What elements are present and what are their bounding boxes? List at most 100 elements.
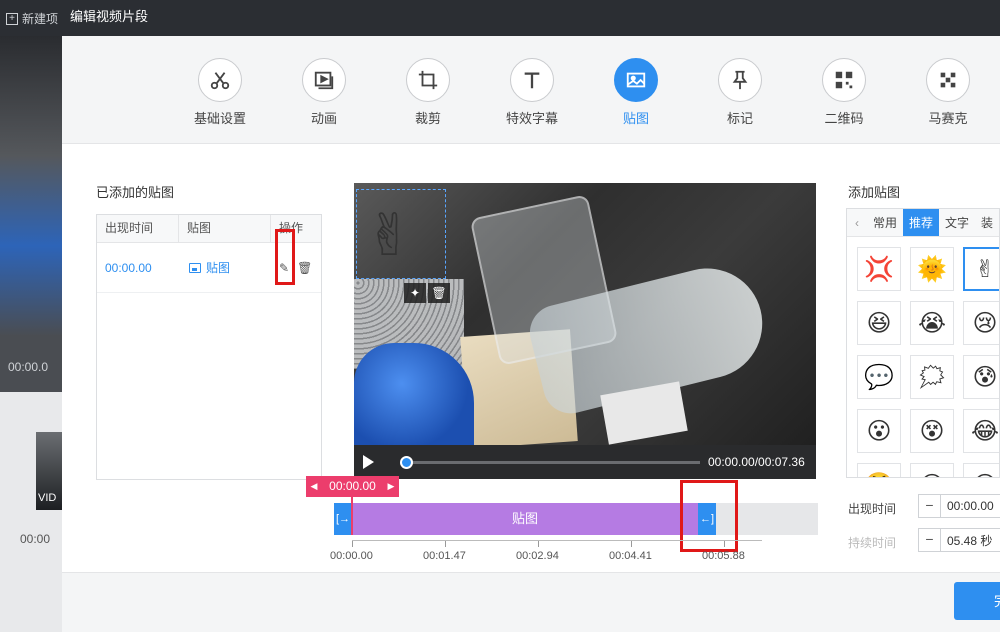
progress-track[interactable] xyxy=(400,456,700,469)
trash-icon[interactable]: 🗑 xyxy=(428,283,450,303)
tab-label: 特效字幕 xyxy=(505,111,558,126)
tab-label: 二维码 xyxy=(824,111,864,126)
ruler-label: 00:02.94 xyxy=(516,550,559,562)
ruler-tick xyxy=(445,541,446,547)
play-frame-icon xyxy=(302,58,346,102)
background-time: 00:00.0 xyxy=(8,360,49,374)
tab-label: 基础设置 xyxy=(193,111,246,126)
minus-icon[interactable]: − xyxy=(919,495,941,517)
sticker-item[interactable]: 😂 xyxy=(963,409,999,453)
column-header: 贴图 xyxy=(179,215,271,242)
sticker-item[interactable]: 😮 xyxy=(857,409,901,453)
tab-mark[interactable]: 标记 xyxy=(705,58,775,127)
sticker-item[interactable]: 😤 xyxy=(857,463,901,477)
sticker-item[interactable]: 🗯 xyxy=(910,355,954,399)
video-frame: ✌ ✦ 🗑 xyxy=(354,183,816,449)
play-icon[interactable] xyxy=(363,455,374,469)
sticker-item[interactable]: 😭 xyxy=(910,301,954,345)
tab-recommended[interactable]: 推荐 xyxy=(903,209,940,236)
video-preview: ✌ ✦ 🗑 00:00.00/00:07.36 xyxy=(354,183,816,479)
added-stickers-title: 已添加的贴图 xyxy=(96,185,175,200)
qrcode-icon xyxy=(822,58,866,102)
tab-label: 标记 xyxy=(726,111,753,126)
chevron-left-icon[interactable]: ‹ xyxy=(847,209,867,236)
edit-clip-dialog: 编辑视频片段 基础设置 动画 裁剪 特效字幕 贴图 标记 二维码 马赛克 已添加… xyxy=(62,0,1000,632)
column-header: 出现时间 xyxy=(97,215,179,242)
dialog-title: 编辑视频片段 xyxy=(62,0,1000,36)
image-icon xyxy=(614,58,658,102)
current-time-label: 00:00.00 xyxy=(329,479,376,493)
crop-icon xyxy=(406,58,450,102)
sticker-toolbar: ✦ 🗑 xyxy=(404,283,450,303)
mosaic-icon xyxy=(926,58,970,102)
add-sticker-panel: ‹ 常用 推荐 文字 装 💢 🌞 ✌ 😆 😭 😢 💬 🗯 😰 😮 😵 😂 😤 😊… xyxy=(846,208,1000,478)
sticker-item[interactable]: 😵 xyxy=(910,409,954,453)
appear-time-label: 出现时间 xyxy=(848,502,897,516)
new-project-label: 新建项 xyxy=(22,12,59,26)
tab-crop[interactable]: 裁剪 xyxy=(393,58,463,127)
ruler-label: 00:00.00 xyxy=(330,550,373,562)
sticker-category-tabs: ‹ 常用 推荐 文字 装 xyxy=(847,209,999,237)
delete-icon[interactable]: 🗑 xyxy=(297,261,312,275)
ruler-tick xyxy=(352,541,353,547)
tab-sticker[interactable]: 贴图 xyxy=(601,58,671,127)
progress-knob[interactable] xyxy=(400,456,413,469)
ruler-tick xyxy=(631,541,632,547)
background-thumbnail-label: VID xyxy=(38,492,57,504)
tab-mosaic[interactable]: 马赛克 xyxy=(913,58,983,127)
tab-qrcode[interactable]: 二维码 xyxy=(809,58,879,127)
plus-icon: + xyxy=(6,12,18,25)
sticker-item[interactable]: 😰 xyxy=(963,355,999,399)
sticker-item[interactable]: 😅 xyxy=(963,463,999,477)
ruler-tick xyxy=(724,541,725,547)
magic-wand-icon[interactable]: ✦ xyxy=(404,283,426,303)
tab-basic-settings[interactable]: 基础设置 xyxy=(185,58,255,127)
current-time-line xyxy=(351,497,353,535)
tab-effect-subtitle[interactable]: 特效字幕 xyxy=(497,58,567,127)
sticker-segment[interactable]: 贴图 xyxy=(352,503,698,535)
background-topbar: + 新建项 xyxy=(0,0,62,36)
time-readout: 00:00.00/00:07.36 xyxy=(708,455,805,469)
arrow-left-icon[interactable]: ◀ xyxy=(308,476,320,497)
tab-text[interactable]: 文字 xyxy=(939,209,975,236)
sticker-item[interactable]: 🌞 xyxy=(910,247,954,291)
sticker-item[interactable]: 😊 xyxy=(910,463,954,477)
sticker-selection[interactable]: ✌ xyxy=(356,189,446,279)
duration-stepper[interactable]: − 05.48 秒 xyxy=(918,528,1000,552)
tab-label: 马赛克 xyxy=(928,111,968,126)
ruler-tick xyxy=(538,541,539,547)
tab-animation[interactable]: 动画 xyxy=(289,58,359,127)
current-time-marker[interactable]: ◀ 00:00.00 ▶ xyxy=(306,476,399,497)
background-app: + 新建项 00:00.0 VID 00:00 xyxy=(0,0,62,632)
row-sticker: 贴图 xyxy=(179,259,271,276)
minus-icon[interactable]: − xyxy=(919,529,941,551)
sticker-item[interactable]: 😢 xyxy=(963,301,999,345)
timeline-ruler xyxy=(352,540,762,548)
appear-time-stepper[interactable]: − 00:00.00 xyxy=(918,494,1000,518)
row-time: 00:00.00 xyxy=(105,260,152,275)
duration-label: 持续时间 xyxy=(848,536,897,550)
sticker-item[interactable]: 💬 xyxy=(857,355,901,399)
sticker-item[interactable]: ✌ xyxy=(963,247,999,291)
background-video-preview xyxy=(0,36,62,336)
new-project-button[interactable]: + 新建项 xyxy=(6,10,58,27)
confirm-label: 完成 xyxy=(994,593,1000,609)
row-sticker-label: 贴图 xyxy=(206,261,231,275)
ruler-label: 00:05.88 xyxy=(702,550,745,562)
tab-common[interactable]: 常用 xyxy=(867,209,903,236)
add-sticker-title: 添加贴图 xyxy=(848,185,901,200)
highlight-edit-box xyxy=(275,229,295,285)
tab-decor[interactable]: 装 xyxy=(975,209,999,236)
confirm-button[interactable]: 完成 xyxy=(954,582,1000,620)
ruler-label: 00:04.41 xyxy=(609,550,652,562)
sticker-item[interactable]: 😆 xyxy=(857,301,901,345)
victory-hand-sticker: ✌ xyxy=(365,203,414,268)
segment-start-handle[interactable]: [→ xyxy=(334,503,352,535)
text-t-icon xyxy=(510,58,554,102)
arrow-right-icon[interactable]: ▶ xyxy=(385,476,397,497)
background-bottom-panel xyxy=(0,392,62,632)
player-controls: 00:00.00/00:07.36 xyxy=(354,445,816,479)
image-icon xyxy=(189,262,201,273)
sticker-item[interactable]: 💢 xyxy=(857,247,901,291)
tab-label: 裁剪 xyxy=(414,111,441,126)
